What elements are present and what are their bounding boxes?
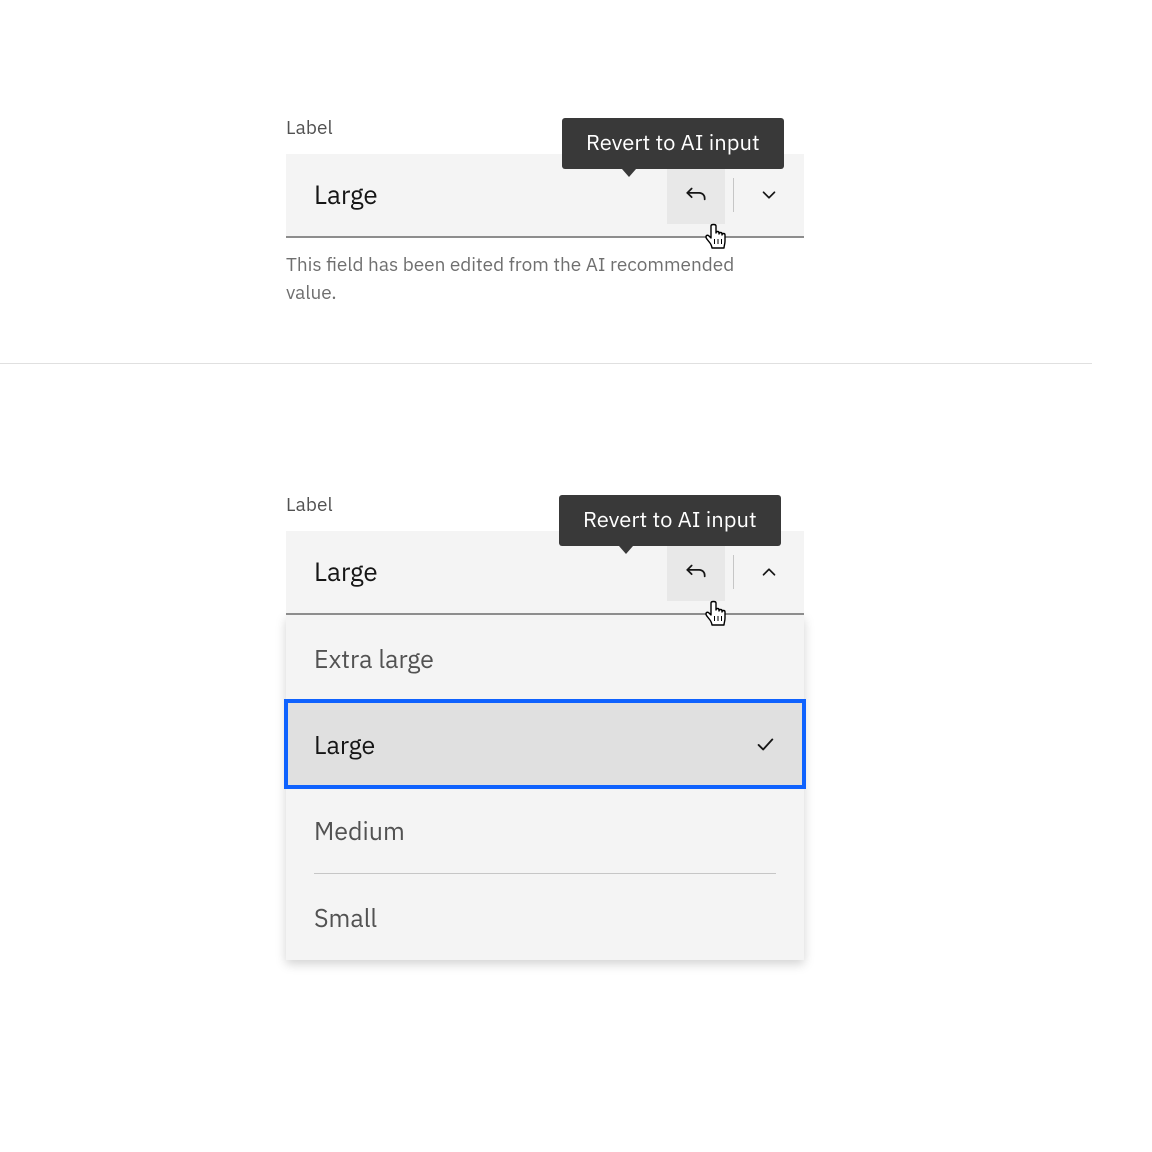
dropdown-toggle[interactable] (740, 543, 798, 601)
helper-text: This field has been edited from the AI r… (286, 252, 736, 307)
dropdown-option-small[interactable]: Small (286, 874, 804, 960)
undo-icon (683, 182, 709, 208)
undo-icon (683, 559, 709, 585)
chevron-up-icon (758, 561, 780, 583)
dropdown-open-example: Label Revert to AI input Large Extr (286, 493, 804, 960)
option-label: Medium (314, 814, 405, 847)
dropdown-menu: Extra large Large Medium Small (286, 615, 804, 960)
option-label: Small (314, 901, 377, 934)
dropdown-value: Large (314, 555, 667, 589)
section-divider (0, 363, 1092, 364)
dropdown-option-medium[interactable]: Medium (286, 787, 804, 873)
revert-tooltip: Revert to AI input (559, 495, 781, 546)
icon-divider (733, 178, 734, 212)
option-label: Extra large (314, 642, 434, 675)
dropdown-option-large[interactable]: Large (286, 701, 804, 787)
option-label: Large (314, 728, 375, 761)
icon-divider (733, 555, 734, 589)
revert-button[interactable] (667, 543, 725, 601)
revert-tooltip: Revert to AI input (562, 118, 784, 169)
checkmark-icon (754, 733, 776, 755)
revert-button[interactable] (667, 166, 725, 224)
dropdown-toggle[interactable] (740, 166, 798, 224)
dropdown-option-extra-large[interactable]: Extra large (286, 615, 804, 701)
chevron-down-icon (758, 184, 780, 206)
dropdown-value: Large (314, 178, 667, 212)
dropdown-closed-example: Label Revert to AI input Large This fiel… (286, 116, 804, 307)
